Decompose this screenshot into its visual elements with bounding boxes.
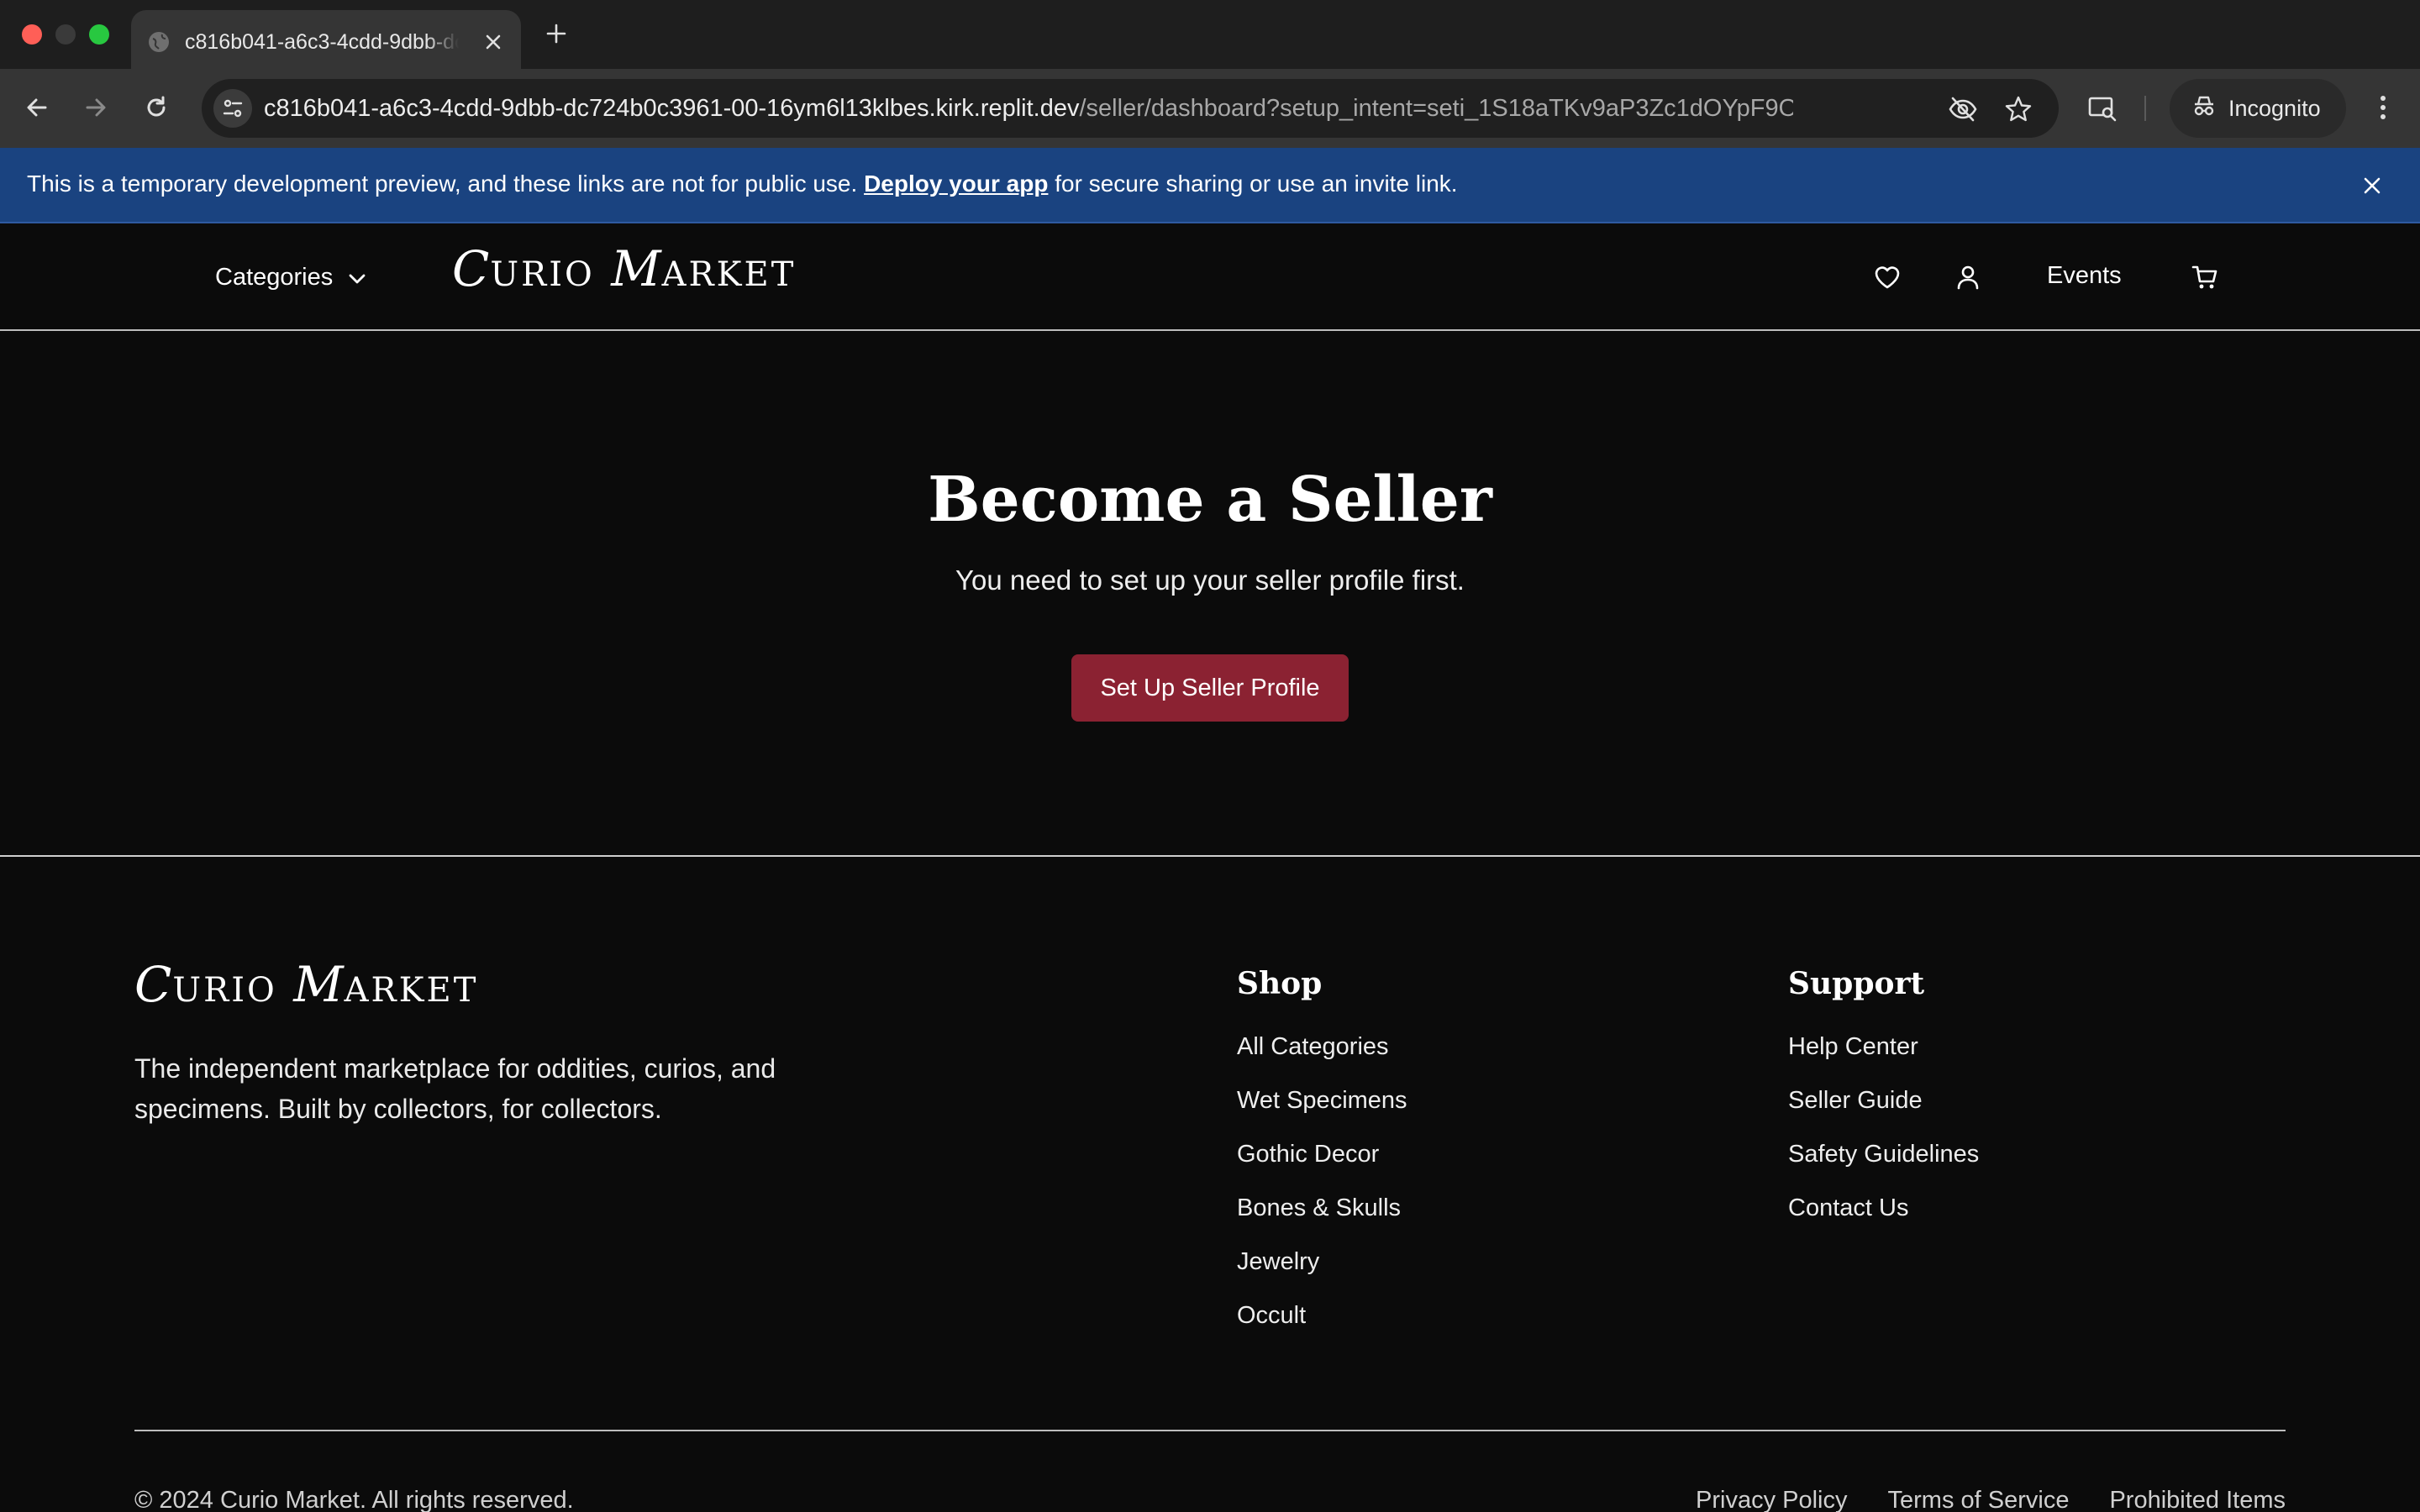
close-icon[interactable]	[2354, 168, 2390, 203]
browser-tab[interactable]: c816b041-a6c3-4cdd-9dbb-dc724b0c3961	[131, 10, 521, 69]
toolbar-divider	[2144, 96, 2146, 121]
main-content: Become a Seller You need to set up your …	[0, 331, 2420, 857]
heart-icon[interactable]	[1870, 260, 1904, 294]
footer-shop-title: Shop	[1237, 966, 1323, 1001]
page-subtitle: You need to set up your seller profile f…	[955, 564, 1465, 596]
footer-copyright: © 2024 Curio Market. All rights reserved…	[134, 1487, 574, 1512]
user-icon[interactable]	[1951, 260, 1985, 294]
footer-link-bones-skulls[interactable]: Bones & Skulls	[1237, 1194, 1407, 1248]
footer-link-gothic-decor[interactable]: Gothic Decor	[1237, 1141, 1407, 1194]
footer-link-contact-us[interactable]: Contact Us	[1788, 1194, 1979, 1248]
star-icon[interactable]	[2002, 92, 2035, 126]
banner-text-before: This is a temporary development preview,…	[27, 171, 865, 197]
incognito-badge[interactable]: Incognito	[2170, 79, 2346, 138]
kebab-menu-icon[interactable]	[2365, 89, 2402, 126]
logo-word-arket: arket	[344, 971, 479, 1010]
site-settings-icon[interactable]	[213, 89, 252, 128]
incognito-icon	[2191, 93, 2217, 124]
footer-tagline: The independent marketplace for oddities…	[134, 1053, 776, 1124]
logo-word-urio: urio	[490, 255, 595, 294]
window-close-button[interactable]	[22, 24, 42, 45]
logo-letter-c: C	[452, 240, 491, 297]
site-logo[interactable]: Curio Market	[452, 240, 796, 297]
back-arrow-icon[interactable]	[18, 89, 55, 126]
reload-icon[interactable]	[138, 89, 175, 126]
site-footer: Curio Market The independent marketplace…	[0, 857, 2420, 1512]
tab-title: c816b041-a6c3-4cdd-9dbb-dc724b0c3961	[185, 30, 459, 55]
address-bar[interactable]: c816b041-a6c3-4cdd-9dbb-dc724b0c3961-00-…	[202, 79, 2059, 138]
footer-legal-links: Privacy Policy Terms of Service Prohibit…	[1696, 1487, 2286, 1512]
footer-link-occult[interactable]: Occult	[1237, 1302, 1407, 1356]
eye-off-icon[interactable]	[1946, 92, 1980, 126]
footer-link-all-categories[interactable]: All Categories	[1237, 1033, 1407, 1087]
footer-support-title: Support	[1788, 966, 1925, 1001]
privacy-policy-link[interactable]: Privacy Policy	[1696, 1487, 1848, 1512]
search-tab-icon[interactable]	[2084, 89, 2121, 126]
site-header: Categories Curio Market Events	[0, 223, 2420, 331]
footer-support-column: Support Help Center Seller Guide Safety …	[1788, 966, 1979, 1248]
logo-letter-m: M	[293, 956, 345, 1013]
footer-link-seller-guide[interactable]: Seller Guide	[1788, 1087, 1979, 1141]
logo-letter-c: C	[134, 956, 173, 1013]
url-host: c816b041-a6c3-4cdd-9dbb-dc724b0c3961-00-…	[264, 95, 1080, 122]
plus-icon[interactable]	[541, 18, 571, 49]
cart-icon[interactable]	[2188, 260, 2222, 294]
close-icon[interactable]	[481, 29, 506, 55]
window-minimize-button[interactable]	[55, 24, 76, 45]
globe-icon	[148, 31, 170, 53]
logo-letter-m: M	[611, 240, 662, 297]
deploy-app-link[interactable]: Deploy your app	[864, 171, 1048, 197]
terms-of-service-link[interactable]: Terms of Service	[1888, 1487, 2070, 1512]
footer-link-help-center[interactable]: Help Center	[1788, 1033, 1979, 1087]
banner-text-after: for secure sharing or use an invite link…	[1048, 171, 1458, 197]
footer-link-jewelry[interactable]: Jewelry	[1237, 1248, 1407, 1302]
footer-logo[interactable]: Curio Market	[134, 956, 478, 1013]
set-up-seller-profile-button[interactable]: Set Up Seller Profile	[1071, 654, 1349, 722]
logo-word-urio: urio	[172, 971, 277, 1010]
footer-divider	[134, 1430, 2286, 1431]
page-title: Become a Seller	[928, 464, 1492, 536]
incognito-label: Incognito	[2228, 95, 2321, 121]
prohibited-items-link[interactable]: Prohibited Items	[2109, 1487, 2286, 1512]
events-link[interactable]: Events	[2047, 262, 2122, 290]
window-maximize-button[interactable]	[89, 24, 109, 45]
url-path: /seller/dashboard?setup_intent=seti_1S18…	[1079, 95, 1794, 122]
browser-tabstrip: c816b041-a6c3-4cdd-9dbb-dc724b0c3961	[0, 0, 2420, 69]
browser-toolbar: c816b041-a6c3-4cdd-9dbb-dc724b0c3961-00-…	[0, 69, 2420, 148]
categories-button[interactable]: Categories	[215, 260, 366, 294]
forward-arrow-icon[interactable]	[77, 89, 114, 126]
url-text[interactable]: c816b041-a6c3-4cdd-9dbb-dc724b0c3961-00-…	[264, 95, 1793, 123]
logo-word-arket: arket	[661, 255, 797, 294]
categories-label: Categories	[215, 263, 334, 291]
banner-text: This is a temporary development preview,…	[27, 171, 1458, 197]
footer-link-safety-guidelines[interactable]: Safety Guidelines	[1788, 1141, 1979, 1194]
footer-link-wet-specimens[interactable]: Wet Specimens	[1237, 1087, 1407, 1141]
chevron-down-icon	[348, 264, 366, 291]
preview-banner: This is a temporary development preview,…	[0, 148, 2420, 223]
footer-shop-column: Shop All Categories Wet Specimens Gothic…	[1237, 966, 1407, 1356]
